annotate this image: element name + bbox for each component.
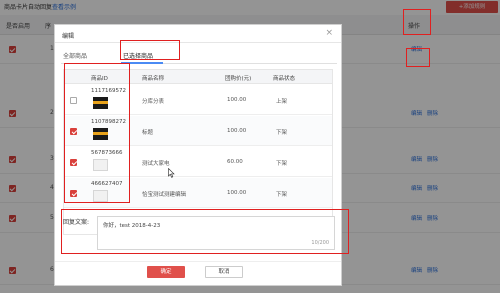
reply-text-label: 回复文案:	[63, 219, 90, 226]
dialog-title: 编辑	[62, 33, 75, 40]
active-tab-indicator	[121, 62, 163, 64]
product-status: 下架	[276, 130, 288, 136]
product-status: 下架	[276, 192, 288, 198]
edit-dialog: 编辑 × 全部商品 已选择商品 商品ID 商品名称 团购价(元) 商品状态 11…	[54, 24, 342, 286]
mouse-cursor-icon	[168, 168, 175, 178]
column-product-id: 商品ID	[91, 76, 108, 82]
product-id: 1107898272	[91, 119, 126, 125]
divider	[55, 261, 341, 262]
confirm-button[interactable]: 确定	[147, 266, 185, 278]
product-name: 标题	[142, 130, 154, 136]
product-name: 测试大家电	[142, 161, 170, 167]
product-id: 567873666	[91, 150, 123, 156]
cancel-button[interactable]: 取消	[205, 266, 243, 278]
column-product-name: 商品名称	[142, 76, 165, 82]
column-product-status: 商品状态	[273, 76, 296, 82]
product-price: 100.00	[227, 97, 247, 103]
tab-all-products[interactable]: 全部商品	[63, 53, 87, 61]
product-thumbnail	[93, 159, 108, 171]
product-status: 上架	[276, 99, 288, 105]
select-checkbox[interactable]	[70, 128, 77, 135]
table-row: 466627407 恰宝测试测建编辑 100.00 下架	[64, 178, 332, 208]
close-icon[interactable]: ×	[325, 28, 333, 38]
product-name: 恰宝测试测建编辑	[142, 192, 187, 198]
divider	[55, 42, 341, 43]
tabs-divider	[61, 63, 337, 64]
select-checkbox[interactable]	[70, 97, 77, 104]
char-counter: 10/200	[311, 240, 329, 246]
select-checkbox[interactable]	[70, 159, 77, 166]
products-table: 商品ID 商品名称 团购价(元) 商品状态 1117169572 分库分表 10…	[63, 69, 333, 235]
select-checkbox[interactable]	[70, 190, 77, 197]
product-name: 分库分表	[142, 99, 165, 105]
product-thumbnail	[93, 97, 108, 109]
tab-selected-products[interactable]: 已选择商品	[123, 53, 153, 61]
product-price: 60.00	[227, 159, 243, 165]
product-thumbnail	[93, 128, 108, 140]
column-group-price: 团购价(元)	[225, 76, 252, 82]
product-thumbnail	[93, 190, 108, 202]
product-id: 466627407	[91, 181, 123, 187]
reply-text-value: 你好，test 2018-4-23	[103, 223, 161, 229]
product-status: 下架	[276, 161, 288, 167]
reply-text-input[interactable]: 你好，test 2018-4-23 10/200	[97, 216, 335, 250]
products-table-header: 商品ID 商品名称 团购价(元) 商品状态	[64, 70, 332, 84]
table-row: 1117169572 分库分表 100.00 上架	[64, 85, 332, 115]
product-id: 1117169572	[91, 88, 126, 94]
table-row: 567873666 测试大家电 60.00 下架	[64, 147, 332, 177]
product-price: 100.00	[227, 128, 247, 134]
product-price: 100.00	[227, 190, 247, 196]
table-row: 1107898272 标题 100.00 下架	[64, 116, 332, 146]
